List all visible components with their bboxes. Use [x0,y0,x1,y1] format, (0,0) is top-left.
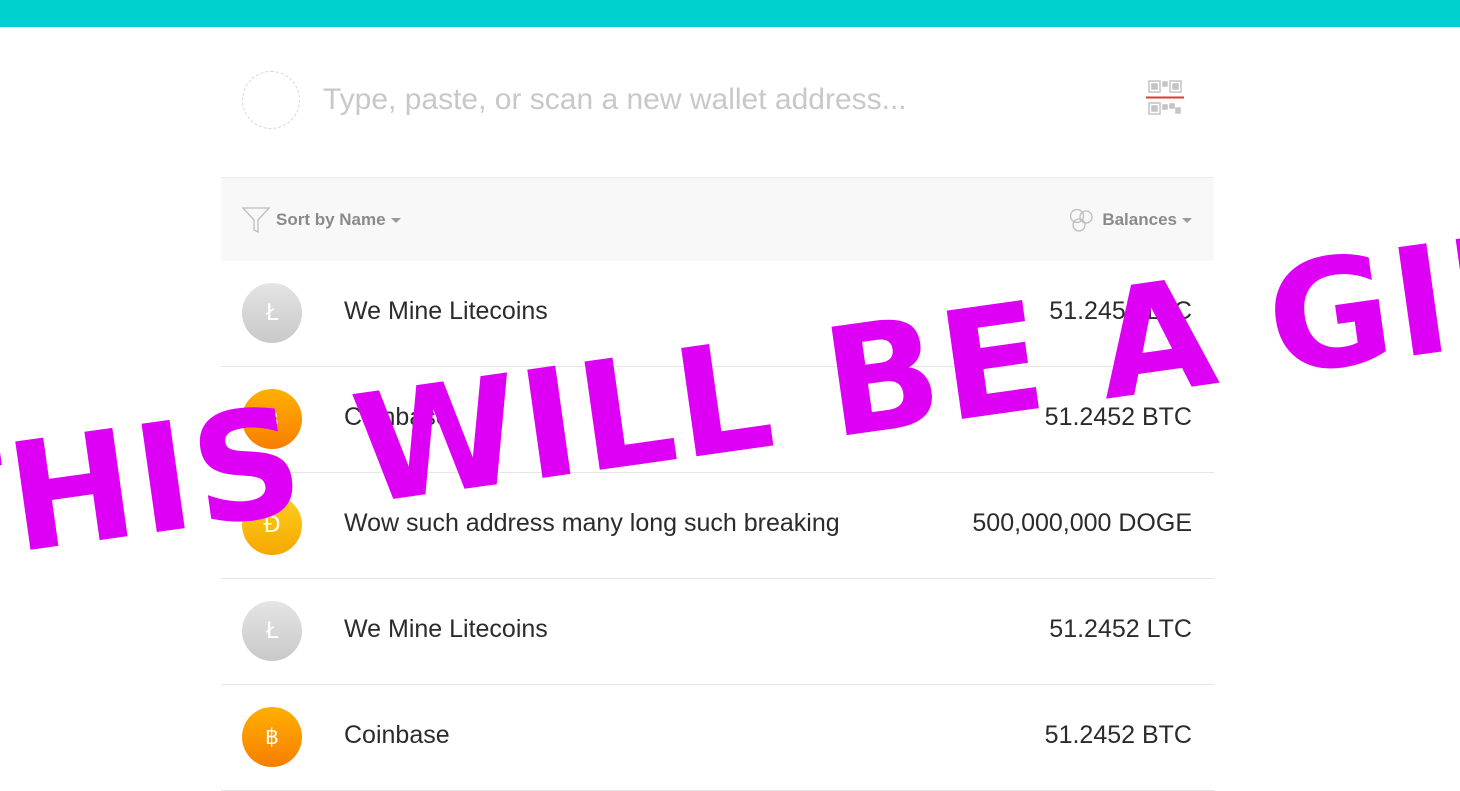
balances-label: Balances [1102,210,1177,229]
chevron-down-icon [1182,217,1192,223]
wallet-name: We Mine Litecoins [344,615,548,643]
wallet-row[interactable]: Ł We Mine Litecoins 51.2452 LTC [221,261,1214,367]
wallet-balance: 51.2452 LTC [1049,297,1192,325]
qr-scan-icon [1146,80,1184,115]
wallet-balance: 51.2452 BTC [1044,721,1192,749]
wallet-row[interactable]: Đ Wow such address many long such breaki… [221,473,1214,579]
wallet-list: Ł We Mine Litecoins 51.2452 LTC ฿ Coinba… [221,261,1214,791]
wallet-address-input[interactable] [323,77,1123,123]
bitcoin-icon: ฿ [242,707,302,767]
wallet-balance: 51.2452 BTC [1044,403,1192,431]
wallet-name: Wow such address many long such breaking [344,509,840,537]
balances-dropdown[interactable]: Balances [1068,205,1192,235]
wallet-row[interactable]: ฿ Coinbase 51.2452 BTC [221,685,1214,791]
wallet-balance: 51.2452 LTC [1049,615,1192,643]
funnel-icon [242,207,270,234]
bitcoin-icon: ฿ [242,389,302,449]
sort-dropdown[interactable]: Sort by Name [242,205,401,235]
coins-icon [1070,208,1093,232]
list-toolbar: Sort by Name Balances [221,177,1214,261]
wallet-row[interactable]: ฿ Coinbase 51.2452 BTC [221,367,1214,473]
dogecoin-icon: Đ [242,495,302,555]
chevron-down-icon [390,217,401,223]
wallet-name: We Mine Litecoins [344,297,548,325]
wallet-row[interactable]: Ł We Mine Litecoins 51.2452 LTC [221,579,1214,685]
qr-scan-button[interactable] [1146,79,1184,117]
top-accent-bar [0,0,1460,27]
litecoin-icon: Ł [242,601,302,661]
wallet-balance: 500,000,000 DOGE [972,509,1192,537]
address-avatar-placeholder [242,71,300,129]
sort-label: Sort by Name [276,210,386,229]
address-search-row [221,27,1214,177]
wallet-name: Coinbase [344,721,450,749]
wallet-name: Coinbase [344,403,450,431]
litecoin-icon: Ł [242,283,302,343]
